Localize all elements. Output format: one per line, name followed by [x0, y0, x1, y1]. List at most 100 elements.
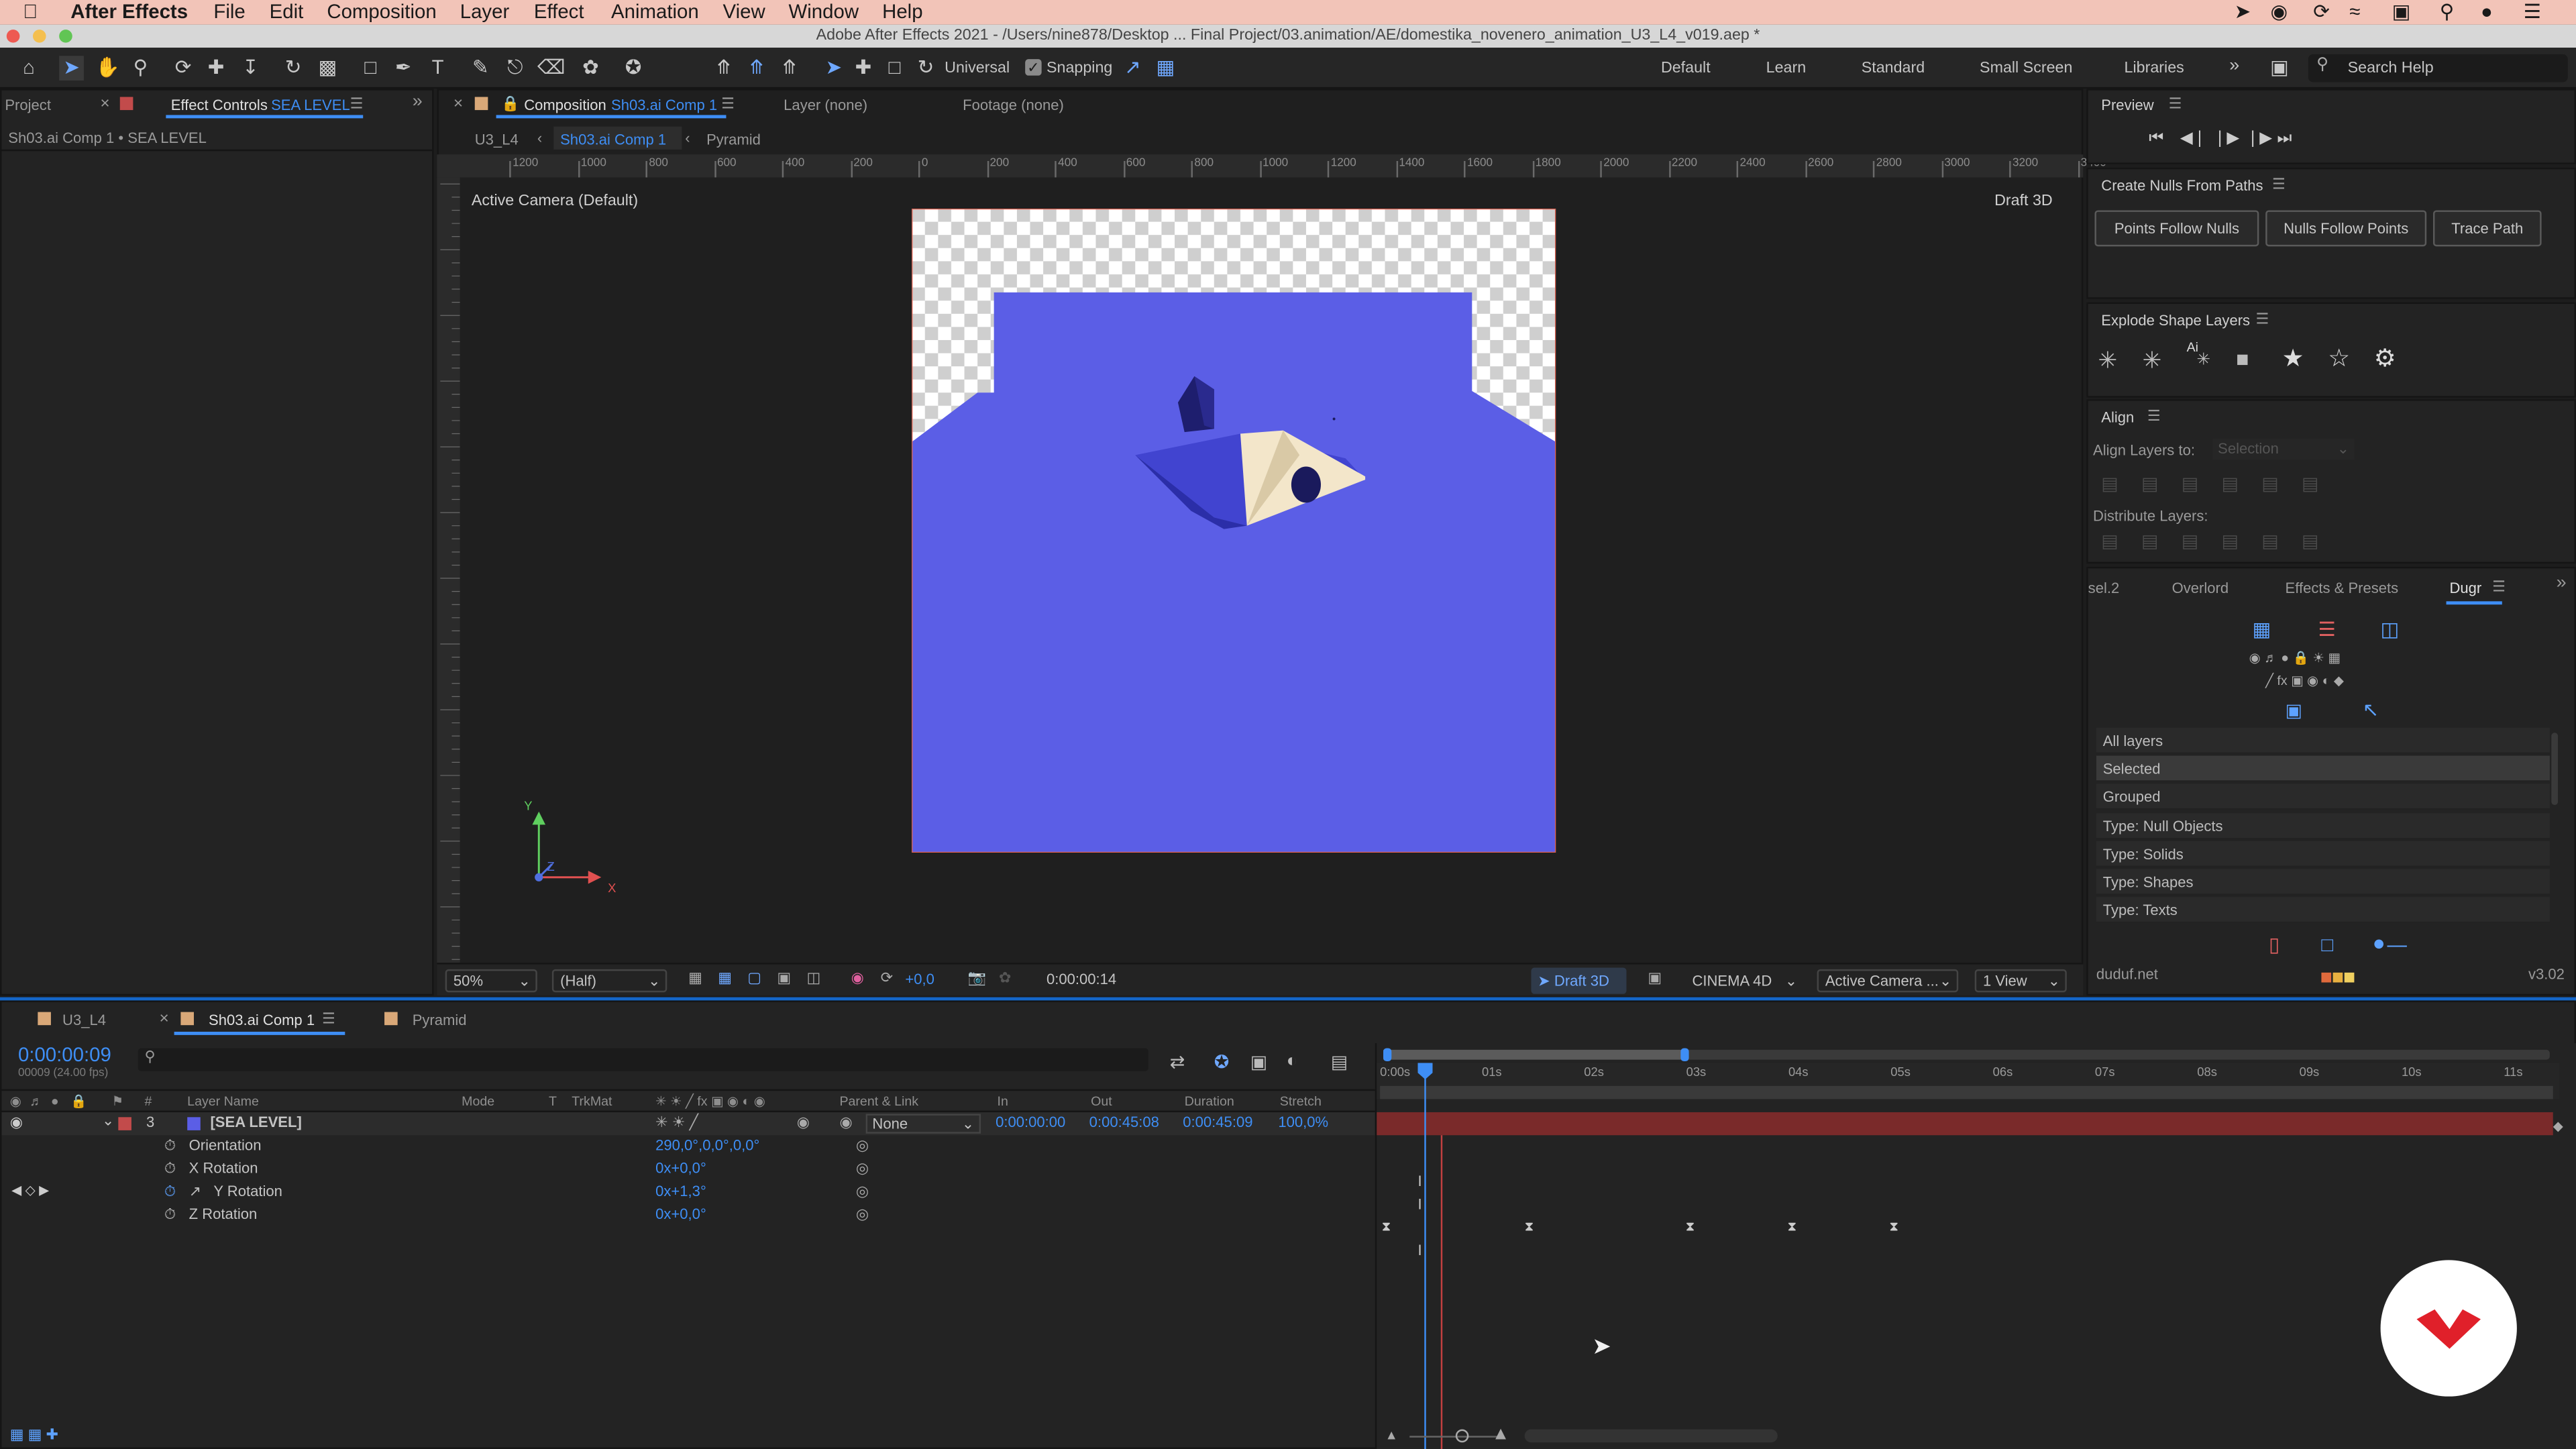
expression-pick-whip-icon[interactable]: ◎: [856, 1206, 869, 1224]
explode-merge-icon[interactable]: ✳: [2142, 347, 2161, 375]
parent-pick-whip-icon[interactable]: ◉: [839, 1114, 852, 1132]
layer-search-field[interactable]: ⚲: [138, 1048, 1148, 1071]
stopwatch-icon[interactable]: ⏱: [164, 1137, 176, 1155]
zoom-window-icon[interactable]: [59, 30, 72, 43]
draft-3d-toggle[interactable]: ➤ Draft 3D: [1531, 967, 1627, 994]
dugr-list-item[interactable]: Type: Null Objects: [2096, 812, 2550, 839]
orientation-keyframe-icon[interactable]: I: [1417, 1173, 1421, 1189]
zoom-slider[interactable]: [1409, 1436, 1500, 1438]
universal-move-icon[interactable]: ✚: [851, 56, 876, 80]
transparency-grid-toggle-icon[interactable]: ▦: [718, 969, 732, 987]
lock-switch-icon[interactable]: 🔒: [70, 1094, 87, 1109]
explode-delete-icon[interactable]: ■: [2236, 347, 2249, 372]
preview-menu-icon[interactable]: ☰: [2169, 95, 2182, 113]
dolly-camera-tool-icon[interactable]: ↧: [238, 56, 263, 80]
expression-pick-whip-icon[interactable]: ◎: [856, 1160, 869, 1178]
hand-tool-icon[interactable]: ✋: [95, 56, 120, 80]
current-time-display[interactable]: 0:00:00:14: [1046, 971, 1116, 987]
app-menu[interactable]: After Effects: [70, 0, 188, 25]
sync-icon[interactable]: ⟳: [2313, 0, 2330, 25]
z-rotation-keyframe-icon[interactable]: I: [1417, 1242, 1421, 1258]
tab-overlord[interactable]: Overlord: [2172, 580, 2229, 596]
universal-selection-icon[interactable]: ➤: [822, 56, 847, 80]
workspace-small-screen[interactable]: Small Screen: [1980, 59, 2072, 77]
y-rotation-keyframe-icon[interactable]: ⧗: [1525, 1219, 1534, 1235]
color-swatch-yellow[interactable]: [2332, 972, 2343, 983]
draft-3d-timeline-icon[interactable]: ✪: [1214, 1051, 1230, 1073]
tab-footage[interactable]: Footage (none): [963, 97, 1064, 113]
menu-effect[interactable]: Effect: [534, 0, 584, 25]
work-area-start-handle[interactable]: [1383, 1048, 1392, 1062]
3d-ground-plane-icon[interactable]: ▣: [1648, 969, 1662, 987]
timeline-footer-icons[interactable]: ▦ ▦ ✚: [10, 1426, 58, 1444]
stopwatch-icon[interactable]: ⏱: [164, 1160, 176, 1178]
layer-switches-icons[interactable]: ✳ ☀ ╱: [655, 1114, 698, 1132]
search-help-field[interactable]: ⚲ Search Help: [2308, 54, 2568, 83]
motion-blur-icon[interactable]: ◐: [1287, 1051, 1297, 1071]
header-mode[interactable]: Mode: [462, 1094, 494, 1109]
layer-expand-chevron-icon[interactable]: ⌄: [102, 1112, 114, 1130]
tab-effects-presets[interactable]: Effects & Presets: [2286, 580, 2399, 596]
local-axis-icon[interactable]: ⤊: [711, 56, 736, 80]
tab-sel2[interactable]: sel.2: [2088, 580, 2120, 596]
dugr-list-scrollbar[interactable]: [2551, 733, 2559, 806]
vertical-ruler[interactable]: [437, 177, 460, 963]
dugr-list-item[interactable]: Type: Solids: [2096, 841, 2550, 867]
close-comp-tab-icon[interactable]: ×: [453, 95, 463, 113]
first-frame-icon[interactable]: ⏮: [2149, 129, 2163, 148]
snap-edges-icon[interactable]: ↗: [1120, 56, 1145, 80]
dugr-list-item[interactable]: Type: Shapes: [2096, 869, 2550, 896]
playhead[interactable]: [1424, 1066, 1426, 1449]
y-rotation-keyframe-icon[interactable]: ⧗: [1382, 1219, 1391, 1235]
rotation-tool-icon[interactable]: ↻: [281, 56, 306, 80]
layer-label-swatch[interactable]: [118, 1117, 131, 1130]
home-icon[interactable]: ⌂: [16, 56, 41, 80]
snapping-label[interactable]: Snapping: [1046, 59, 1112, 77]
workspace-panel-icon[interactable]: ▣: [2267, 56, 2292, 80]
tab-layer[interactable]: Layer (none): [784, 97, 867, 113]
parent-dropdown[interactable]: None ⌄: [865, 1114, 981, 1134]
property-value[interactable]: 0x+0,0°: [655, 1206, 706, 1222]
work-area-end-handle[interactable]: [1680, 1048, 1689, 1062]
workspace-standard[interactable]: Standard: [1862, 59, 1925, 77]
rectangle-tool-icon[interactable]: □: [358, 56, 383, 80]
siri-icon[interactable]: ●: [2481, 0, 2493, 25]
layer-switches-header-icons[interactable]: ✳ ☀ ╱ fx ▣ ◉ ◐ ◉: [655, 1094, 765, 1109]
nulls-follow-points-button[interactable]: Nulls Follow Points: [2265, 210, 2427, 247]
view-axis-icon[interactable]: ⤊: [777, 56, 802, 80]
dugr-group-icon[interactable]: ▯: [2269, 933, 2279, 956]
workspace-learn[interactable]: Learn: [1766, 59, 1807, 77]
exposure-value[interactable]: +0,0: [905, 971, 934, 987]
apple-menu-icon[interactable]: : [23, 0, 38, 25]
dugr-menu-icon[interactable]: ☰: [2492, 578, 2506, 596]
view-layout-dropdown[interactable]: 1 View ⌄: [1974, 969, 2067, 993]
layer-name[interactable]: [SEA LEVEL]: [210, 1114, 301, 1130]
trace-path-button[interactable]: Trace Path: [2432, 210, 2542, 247]
stopwatch-icon[interactable]: ⏱: [164, 1183, 176, 1201]
color-swatch-light[interactable]: [2344, 972, 2355, 983]
dugr-select-icon[interactable]: ▣: [2286, 700, 2302, 721]
more-workspaces-icon[interactable]: »: [2229, 56, 2239, 75]
clone-stamp-tool-icon[interactable]: ⎋: [502, 56, 527, 80]
breadcrumb-u3-l4[interactable]: U3_L4: [475, 131, 519, 148]
next-frame-icon[interactable]: ❘▶: [2246, 129, 2272, 148]
timeline-tab-u3-l4[interactable]: U3_L4: [62, 1012, 106, 1028]
tab-composition-name[interactable]: Sh03.ai Comp 1: [611, 97, 717, 113]
play-stop-icon[interactable]: ❘▶: [2213, 129, 2239, 148]
y-rotation-keyframe-icon[interactable]: ⧗: [1686, 1219, 1695, 1235]
dugr-list-item[interactable]: All layers: [2096, 727, 2550, 755]
header-parent-link[interactable]: Parent & Link: [839, 1094, 918, 1109]
layer-row-sea-level[interactable]: ◉ ⌄ 3 [SEA LEVEL] ✳ ☀ ╱ ◉ ◉ None ⌄ 0:00:0…: [1, 1112, 1375, 1136]
menu-layer[interactable]: Layer: [460, 0, 510, 25]
renderer-dropdown[interactable]: CINEMA 4D ⌄: [1686, 969, 1801, 992]
control-center-icon[interactable]: ☰: [2524, 0, 2541, 25]
property-value[interactable]: 0x+0,0°: [655, 1160, 706, 1176]
puppet-pin-tool-icon[interactable]: ✪: [621, 56, 646, 80]
tab-composition[interactable]: Composition: [524, 97, 606, 113]
property-value[interactable]: 0x+1,3°: [655, 1183, 706, 1199]
label-column-icon[interactable]: ⚑: [112, 1094, 124, 1109]
orbit-camera-tool-icon[interactable]: ⟳: [171, 56, 196, 80]
property-value[interactable]: 290,0°,0,0°,0,0°: [655, 1137, 759, 1153]
y-rotation-keyframe-icon[interactable]: ⧗: [1788, 1219, 1797, 1235]
world-axis-icon[interactable]: ⤊: [744, 56, 769, 80]
